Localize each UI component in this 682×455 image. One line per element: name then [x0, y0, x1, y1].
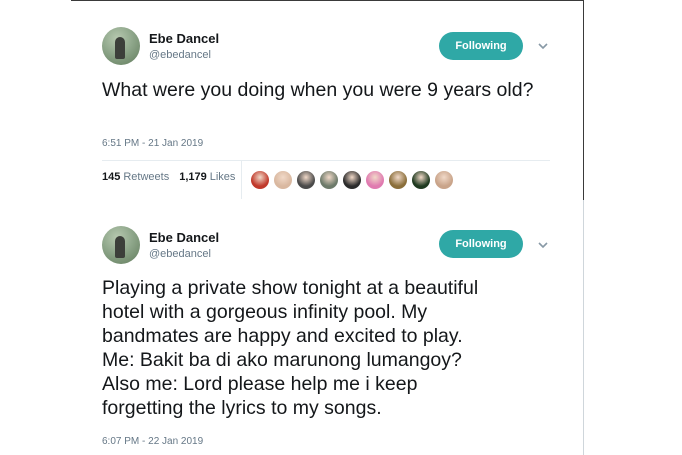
liker-avatar[interactable]: [274, 171, 292, 189]
following-button[interactable]: Following: [439, 32, 523, 60]
tweet-timestamp[interactable]: 6:51 PM - 21 Jan 2019: [102, 138, 203, 149]
likes-label: Likes: [209, 171, 236, 183]
retweets-stat[interactable]: 145 Retweets: [102, 171, 169, 183]
divider: [102, 160, 550, 161]
tweet-text-line: hotel with a gorgeous infinity pool. My: [102, 301, 428, 323]
author-name[interactable]: Ebe Dancel: [149, 230, 219, 245]
tweet-card: Ebe Dancel @ebedancel Following What wer…: [71, 0, 584, 201]
liker-avatar[interactable]: [343, 171, 361, 189]
likes-count: 1,179: [179, 171, 207, 183]
liker-avatar[interactable]: [297, 171, 315, 189]
chevron-down-icon[interactable]: [537, 39, 549, 51]
liker-avatar[interactable]: [366, 171, 384, 189]
author-handle[interactable]: @ebedancel: [149, 49, 211, 61]
liker-avatar[interactable]: [320, 171, 338, 189]
likes-stat[interactable]: 1,179 Likes: [179, 171, 235, 183]
tweet-timestamp[interactable]: 6:07 PM - 22 Jan 2019: [102, 436, 203, 447]
retweets-label: Retweets: [123, 171, 170, 183]
liker-avatar[interactable]: [412, 171, 430, 189]
tweet-text: What were you doing when you were 9 year…: [102, 79, 534, 101]
retweets-count: 145: [102, 171, 121, 183]
liker-avatar[interactable]: [251, 171, 269, 189]
liker-avatars: [251, 171, 458, 189]
avatar[interactable]: [102, 27, 140, 65]
tweet-text-line: forgetting the lyrics to my songs.: [102, 397, 382, 419]
tweet-stats: 145 Retweets 1,179 Likes: [102, 171, 245, 183]
author-name[interactable]: Ebe Dancel: [149, 31, 219, 46]
tweet-text-line: bandmates are happy and excited to play.: [102, 325, 463, 347]
tweet-text-line: Me: Bakit ba di ako marunong lumangoy?: [102, 349, 462, 371]
author-handle[interactable]: @ebedancel: [149, 248, 211, 260]
stats-separator: [241, 161, 242, 199]
tweet-text-line: Playing a private show tonight at a beau…: [102, 277, 479, 299]
tweet-text: Playing a private show tonight at a beau…: [102, 276, 552, 420]
chevron-down-icon[interactable]: [537, 238, 549, 250]
liker-avatar[interactable]: [389, 171, 407, 189]
tweet-card: Ebe Dancel @ebedancel Following Playing …: [71, 200, 584, 455]
liker-avatar[interactable]: [435, 171, 453, 189]
following-button[interactable]: Following: [439, 230, 523, 258]
tweet-text-line: Also me: Lord please help me i keep: [102, 373, 418, 395]
avatar[interactable]: [102, 226, 140, 264]
